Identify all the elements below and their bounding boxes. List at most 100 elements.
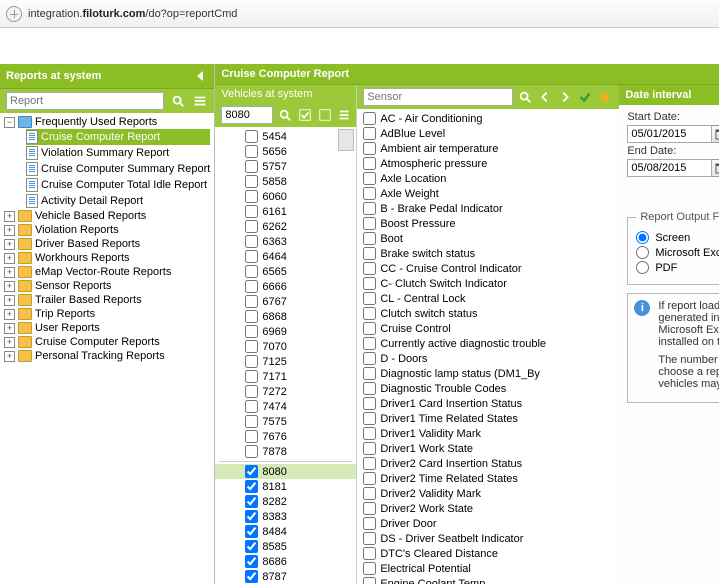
list-item[interactable]: Driver1 Work State: [357, 441, 619, 456]
tree-folder[interactable]: +Cruise Computer Reports: [4, 335, 210, 349]
list-item[interactable]: 6060: [215, 189, 356, 204]
list-item[interactable]: 6464: [215, 249, 356, 264]
list-item[interactable]: 8585: [215, 539, 356, 554]
sensor-list[interactable]: AC - Air ConditioningAdBlue LevelAmbient…: [357, 109, 619, 584]
sensor-checkbox[interactable]: [363, 352, 376, 365]
vehicle-checkbox[interactable]: [245, 175, 258, 188]
tree-folder[interactable]: +Trailer Based Reports: [4, 293, 210, 307]
prev-icon[interactable]: [537, 89, 553, 105]
report-search-input[interactable]: [6, 92, 164, 110]
vehicle-list[interactable]: 5454565657575858606061616262636364646565…: [215, 127, 356, 584]
list-item[interactable]: Driver Door: [357, 516, 619, 531]
tree-item[interactable]: Activity Detail Report: [26, 193, 210, 209]
list-item[interactable]: B - Brake Pedal Indicator: [357, 201, 619, 216]
list-item[interactable]: Driver1 Card Insertion Status: [357, 396, 619, 411]
list-item[interactable]: 6363: [215, 234, 356, 249]
list-item[interactable]: 8484: [215, 524, 356, 539]
end-date-input[interactable]: [627, 159, 712, 177]
next-icon[interactable]: [557, 89, 573, 105]
sensor-checkbox[interactable]: [363, 562, 376, 575]
list-item[interactable]: AdBlue Level: [357, 126, 619, 141]
list-item[interactable]: Driver2 Work State: [357, 501, 619, 516]
list-item[interactable]: 7171: [215, 369, 356, 384]
vehicle-checkbox[interactable]: [245, 465, 258, 478]
list-item[interactable]: Brake switch status: [357, 246, 619, 261]
vehicle-checkbox[interactable]: [245, 415, 258, 428]
list-item[interactable]: Axle Weight: [357, 186, 619, 201]
sensor-checkbox[interactable]: [363, 232, 376, 245]
list-item[interactable]: CL - Central Lock: [357, 291, 619, 306]
list-item[interactable]: DTC's Cleared Distance: [357, 546, 619, 561]
list-item[interactable]: 8787: [215, 569, 356, 584]
list-item[interactable]: 5454: [215, 129, 356, 144]
tree-folder[interactable]: +Trip Reports: [4, 307, 210, 321]
list-item[interactable]: Atmospheric pressure: [357, 156, 619, 171]
search-icon[interactable]: [170, 93, 186, 109]
vehicle-checkbox[interactable]: [245, 445, 258, 458]
list-item[interactable]: 8181: [215, 479, 356, 494]
sensor-checkbox[interactable]: [363, 307, 376, 320]
tree-item[interactable]: Violation Summary Report: [26, 145, 210, 161]
sensor-checkbox[interactable]: [363, 142, 376, 155]
list-item[interactable]: 7070: [215, 339, 356, 354]
list-item[interactable]: Boost Pressure: [357, 216, 619, 231]
sensor-checkbox[interactable]: [363, 367, 376, 380]
sensor-checkbox[interactable]: [363, 427, 376, 440]
list-item[interactable]: Boot: [357, 231, 619, 246]
vehicle-checkbox[interactable]: [245, 510, 258, 523]
tree-folder[interactable]: +Workhours Reports: [4, 251, 210, 265]
sensor-checkbox[interactable]: [363, 457, 376, 470]
vehicle-checkbox[interactable]: [245, 540, 258, 553]
sensor-checkbox[interactable]: [363, 397, 376, 410]
vehicle-checkbox[interactable]: [245, 525, 258, 538]
list-item[interactable]: 5656: [215, 144, 356, 159]
calendar-icon[interactable]: [712, 125, 719, 143]
sensor-checkbox[interactable]: [363, 127, 376, 140]
sensor-checkbox[interactable]: [363, 262, 376, 275]
tree-folder[interactable]: +Personal Tracking Reports: [4, 349, 210, 363]
list-item[interactable]: Cruise Control: [357, 321, 619, 336]
list-item[interactable]: Currently active diagnostic trouble: [357, 336, 619, 351]
list-item[interactable]: 6767: [215, 294, 356, 309]
list-item[interactable]: DS - Driver Seatbelt Indicator: [357, 531, 619, 546]
start-date-input[interactable]: [627, 125, 712, 143]
vehicle-checkbox[interactable]: [245, 280, 258, 293]
output-excel-radio[interactable]: [636, 246, 649, 259]
list-item[interactable]: 8282: [215, 494, 356, 509]
vehicle-checkbox[interactable]: [245, 250, 258, 263]
sensor-checkbox[interactable]: [363, 502, 376, 515]
list-item[interactable]: AC - Air Conditioning: [357, 111, 619, 126]
list-item[interactable]: Diagnostic lamp status (DM1_By: [357, 366, 619, 381]
check-all-icon[interactable]: [297, 107, 313, 123]
scrollbar-thumb[interactable]: [338, 129, 354, 151]
list-item[interactable]: C- Clutch Switch Indicator: [357, 276, 619, 291]
star-icon[interactable]: [597, 89, 613, 105]
sensor-checkbox[interactable]: [363, 322, 376, 335]
list-item[interactable]: 7878: [215, 444, 356, 459]
vehicle-checkbox[interactable]: [245, 325, 258, 338]
vehicle-checkbox[interactable]: [245, 145, 258, 158]
sensor-checkbox[interactable]: [363, 442, 376, 455]
list-item[interactable]: 6565: [215, 264, 356, 279]
tree-item[interactable]: Cruise Computer Summary Report: [26, 161, 210, 177]
vehicle-checkbox[interactable]: [245, 295, 258, 308]
list-item[interactable]: Engine Coolant Temp: [357, 576, 619, 584]
list-item[interactable]: 7272: [215, 384, 356, 399]
list-item[interactable]: 7676: [215, 429, 356, 444]
check-icon[interactable]: [577, 89, 593, 105]
tree-item[interactable]: Cruise Computer Total Idle Report: [26, 177, 210, 193]
sensor-checkbox[interactable]: [363, 202, 376, 215]
sensor-checkbox[interactable]: [363, 157, 376, 170]
list-item[interactable]: Ambient air temperature: [357, 141, 619, 156]
vehicle-checkbox[interactable]: [245, 160, 258, 173]
tree-folder[interactable]: +Vehicle Based Reports: [4, 209, 210, 223]
list-item[interactable]: 6969: [215, 324, 356, 339]
list-item[interactable]: Electrical Potential: [357, 561, 619, 576]
sensor-checkbox[interactable]: [363, 217, 376, 230]
list-item[interactable]: Clutch switch status: [357, 306, 619, 321]
vehicle-checkbox[interactable]: [245, 310, 258, 323]
list-item[interactable]: Axle Location: [357, 171, 619, 186]
list-item[interactable]: 5858: [215, 174, 356, 189]
vehicle-checkbox[interactable]: [245, 370, 258, 383]
vehicle-checkbox[interactable]: [245, 355, 258, 368]
